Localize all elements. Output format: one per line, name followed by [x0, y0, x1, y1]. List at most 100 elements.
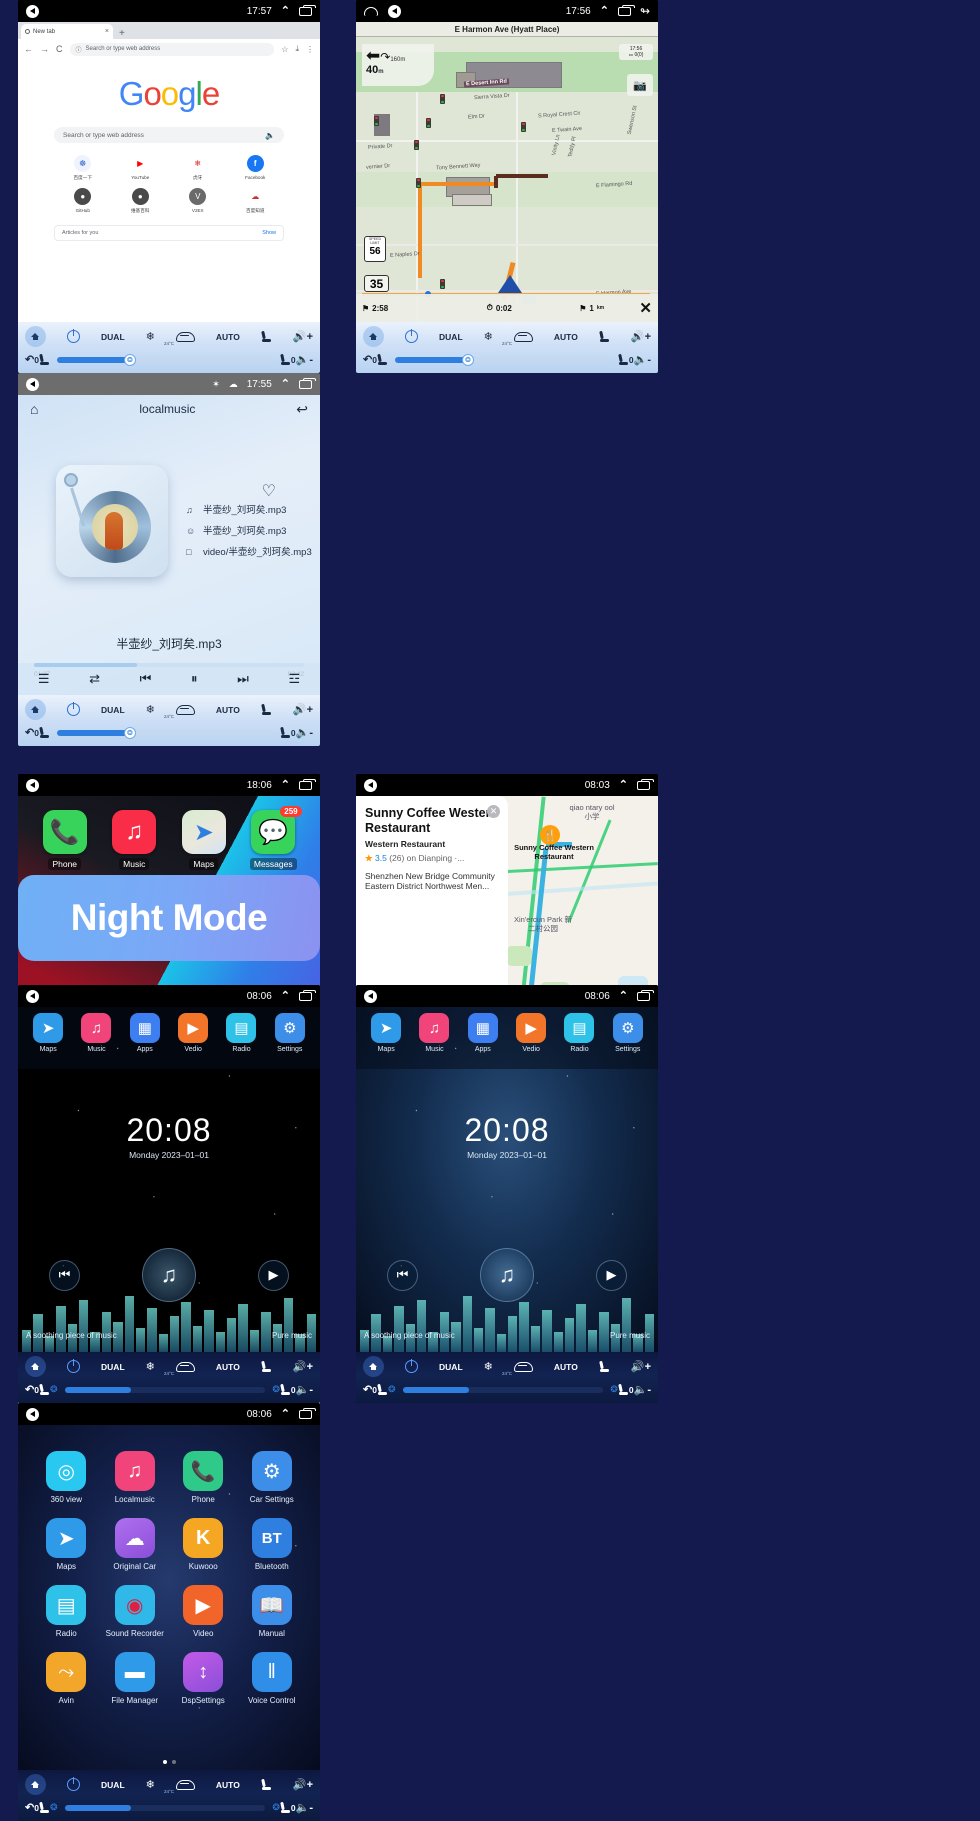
defrost-icon[interactable] [175, 331, 195, 342]
seat-icon-left[interactable] [39, 1384, 50, 1395]
seat-icon-left[interactable] [39, 354, 50, 365]
airflow-icon[interactable] [599, 331, 610, 342]
power-icon[interactable] [67, 329, 81, 343]
home-button[interactable] [25, 326, 46, 347]
shortcut-tile[interactable]: ● 维基百科 [112, 188, 170, 214]
volume-up-button[interactable]: 🔊+ [293, 1778, 313, 1791]
drawer-app-original-car[interactable]: ☁ Original Car [113, 1518, 156, 1571]
drawer-app-localmusic[interactable]: ♫ Localmusic [114, 1451, 155, 1504]
drawer-app-file-manager[interactable]: ▬ File Manager [111, 1652, 158, 1705]
drawer-app-car-settings[interactable]: ⚙ Car Settings [250, 1451, 294, 1504]
volume-down-button[interactable]: 🔈- [634, 1383, 651, 1396]
dual-button[interactable]: DUAL [101, 705, 125, 715]
play-pause-button[interactable]: ♫ [142, 1248, 196, 1302]
defrost-icon[interactable] [175, 1361, 195, 1372]
home-button[interactable] [25, 1774, 46, 1795]
ac-snowflake-icon[interactable]: ❄ [484, 330, 493, 343]
back-button[interactable]: ↶ [363, 1383, 372, 1396]
back-circle-icon[interactable] [26, 377, 39, 391]
ac-snowflake-icon[interactable]: ❄ [146, 703, 155, 716]
articles-card[interactable]: Articles for you Show [54, 225, 284, 241]
auto-button[interactable]: AUTO [554, 1362, 578, 1372]
navigation-map[interactable]: E Harmon Ave (Hyatt Place) E Desert Inn … [356, 22, 658, 322]
previous-button[interactable]: ⏮ [140, 671, 152, 687]
airflow-icon[interactable] [261, 331, 272, 342]
back-button[interactable]: ↶ [363, 353, 372, 366]
fan-speed-slider[interactable]: ❂ [64, 1804, 266, 1811]
forward-button[interactable]: → [40, 44, 49, 54]
bookmark-star-icon[interactable]: ☆ [281, 45, 288, 54]
seat-icon-left[interactable] [39, 727, 50, 738]
tab-close-icon[interactable]: × [105, 28, 109, 35]
shortcut-tile[interactable]: ☸ 百度一下 [54, 155, 112, 181]
equalizer-button[interactable]: ☲ [288, 671, 300, 687]
pause-button[interactable]: ⏸ [191, 671, 198, 687]
slider-knob[interactable]: ❂ [461, 353, 474, 366]
auto-button[interactable]: AUTO [216, 705, 240, 715]
auto-button[interactable]: AUTO [216, 1780, 240, 1790]
drawer-app-kuwooo[interactable]: K Kuwooo [183, 1518, 224, 1571]
drawer-app-sound-recorder[interactable]: ◉ Sound Recorder [106, 1585, 164, 1638]
chevron-up-icon[interactable]: ⌃ [600, 5, 609, 17]
heated-seat-icon[interactable] [280, 1802, 291, 1813]
home-button[interactable] [25, 1356, 46, 1377]
defrost-icon[interactable] [513, 331, 533, 342]
heated-seat-icon[interactable] [618, 1384, 629, 1395]
reload-button[interactable]: C [56, 44, 63, 54]
home-icon[interactable] [364, 6, 378, 16]
previous-button[interactable]: ⏮ [49, 1259, 80, 1291]
recents-icon[interactable] [637, 989, 654, 1001]
back-circle-icon[interactable] [26, 989, 39, 1003]
shortcut-tile[interactable]: ▶ YouTube [112, 155, 170, 181]
slider-knob[interactable]: ❂ [123, 353, 136, 366]
fan-speed-slider[interactable]: ❂ [394, 353, 611, 366]
dual-button[interactable]: DUAL [101, 1780, 125, 1790]
drawer-app-radio[interactable]: ▤ Radio [46, 1585, 87, 1638]
auto-button[interactable]: AUTO [216, 1362, 240, 1372]
shortcut-tile[interactable]: ● GitHub [54, 188, 112, 214]
drawer-app-manual[interactable]: 📖 Manual [251, 1585, 292, 1638]
power-icon[interactable] [405, 329, 419, 343]
menu-icon[interactable]: ⋮ [306, 45, 314, 54]
dual-button[interactable]: DUAL [439, 1362, 463, 1372]
download-icon[interactable]: ⤓ [295, 44, 299, 54]
close-icon[interactable]: ✕ [487, 805, 500, 818]
fan-speed-slider[interactable]: ❂ [56, 353, 273, 366]
airflow-icon[interactable] [261, 704, 272, 715]
airflow-icon[interactable] [261, 1361, 272, 1372]
back-circle-icon[interactable] [26, 4, 39, 18]
drawer-app-phone[interactable]: 📞 Phone [183, 1451, 224, 1504]
seat-icon-left[interactable] [39, 1802, 50, 1813]
chevron-up-icon[interactable]: ⌃ [619, 990, 628, 1002]
ac-snowflake-icon[interactable]: ❄ [146, 1360, 155, 1373]
drawer-app-avin[interactable]: ⤳ Avin [46, 1652, 87, 1705]
recents-icon[interactable] [299, 4, 316, 16]
slider-knob[interactable]: ❂ [123, 726, 136, 739]
dual-button[interactable]: DUAL [439, 332, 463, 342]
chevron-up-icon[interactable]: ⌃ [281, 990, 290, 1002]
shortcut-tile[interactable]: ☁ 百度知道 [227, 188, 285, 214]
volume-down-button[interactable]: 🔈- [634, 353, 651, 366]
heated-seat-icon[interactable] [280, 727, 291, 738]
shortcut-tile[interactable]: ❄ 虎牙 [169, 155, 227, 181]
close-navigation-button[interactable]: ✕ [639, 299, 652, 317]
playlist-button[interactable]: ☰ [38, 671, 50, 687]
volume-up-button[interactable]: 🔊+ [293, 703, 313, 716]
power-icon[interactable] [405, 1359, 419, 1373]
next-button[interactable]: ▶ [596, 1259, 627, 1291]
chevron-up-icon[interactable]: ⌃ [281, 5, 290, 17]
next-button[interactable]: ▶ [258, 1259, 289, 1291]
power-icon[interactable] [67, 702, 81, 716]
home-button[interactable] [363, 326, 384, 347]
defrost-icon[interactable] [175, 704, 195, 715]
browser-tab[interactable]: New tab × [21, 24, 113, 39]
drawer-app-360-view[interactable]: ◎ 360 view [46, 1451, 87, 1504]
fan-speed-slider[interactable]: ❂ [64, 1386, 266, 1393]
power-icon[interactable] [67, 1777, 81, 1791]
drawer-app-dspsettings[interactable]: ↕ DspSettings [182, 1652, 225, 1705]
restaurant-pin-icon[interactable]: 🍴 [540, 825, 560, 845]
camera-icon[interactable]: 📷 [627, 74, 653, 96]
back-icon[interactable]: ↩ [296, 401, 308, 418]
recents-icon[interactable] [637, 778, 654, 790]
defrost-icon[interactable] [513, 1361, 533, 1372]
